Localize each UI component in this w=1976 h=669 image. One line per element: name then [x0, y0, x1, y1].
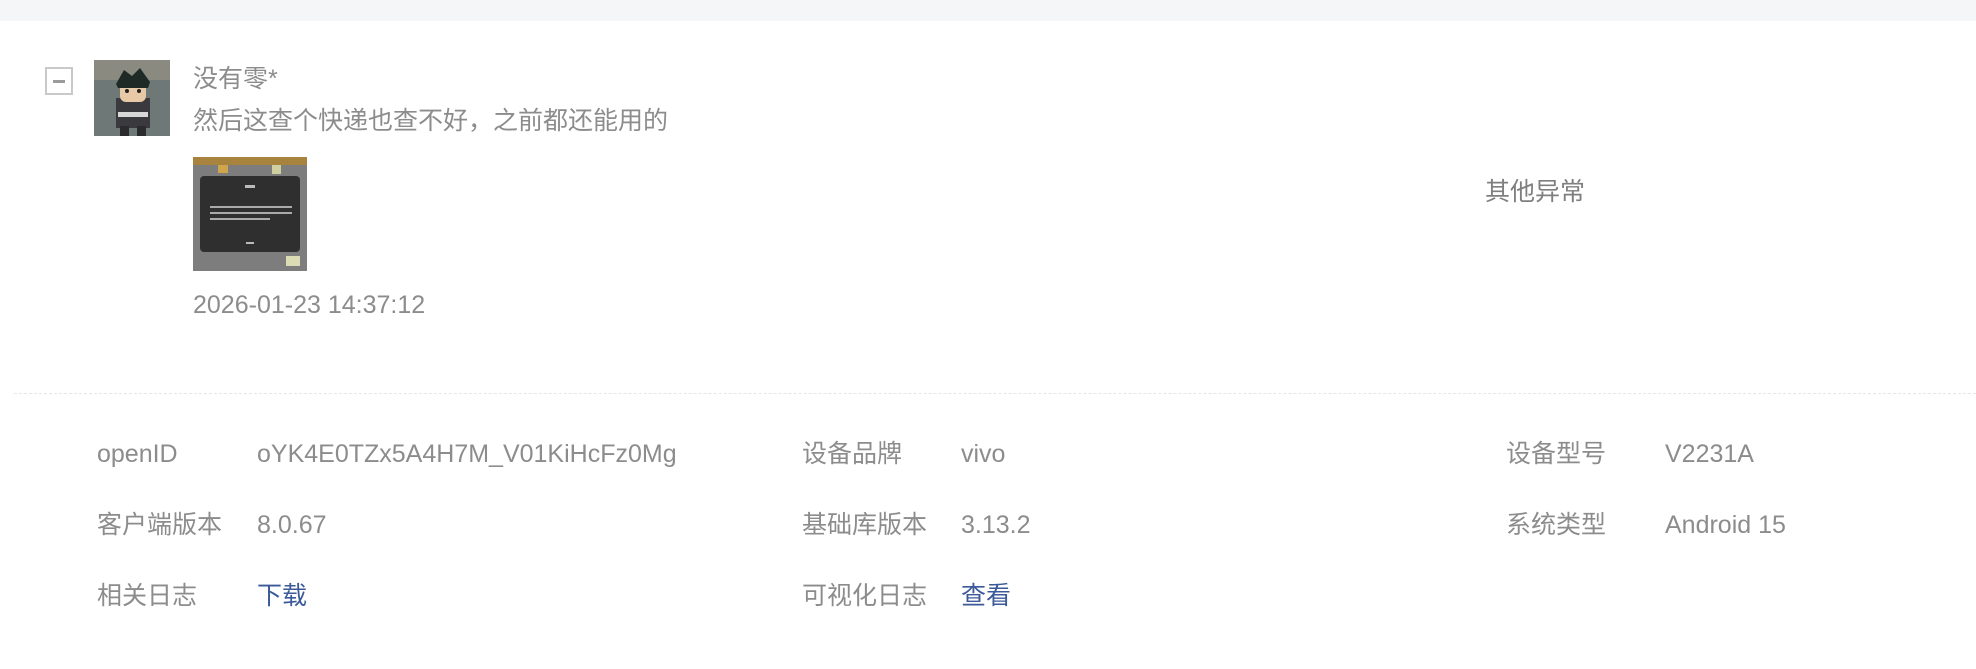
- thumb-dialog-line: [210, 212, 292, 214]
- thumb-corner-icon: [286, 256, 300, 266]
- device-model-value: V2231A: [1665, 440, 1754, 468]
- os-type-value: Android 15: [1665, 511, 1786, 539]
- thumb-dialog-title: [245, 185, 255, 188]
- avatar: [94, 60, 170, 136]
- os-type-label: 系统类型: [1506, 511, 1607, 539]
- feedback-timestamp: 2026-01-23 14:37:12: [193, 291, 426, 319]
- thumb-dialog-button: [246, 242, 254, 244]
- top-strip: [0, 0, 1976, 21]
- thumb-icon: [218, 165, 228, 173]
- collapse-toggle-button[interactable]: [45, 67, 73, 95]
- related-logs-label: 相关日志: [97, 582, 198, 610]
- client-version-label: 客户端版本: [97, 511, 223, 539]
- screenshot-thumbnail[interactable]: [193, 157, 307, 271]
- feedback-category: 其他异常: [1485, 178, 1586, 206]
- feedback-message: 然后这查个快递也查不好，之前都还能用的: [193, 107, 669, 135]
- device-model-label: 设备型号: [1506, 440, 1607, 468]
- openid-value: oYK4E0TZx5A4H7M_V01KiHcFz0Mg: [257, 440, 677, 468]
- download-logs-link[interactable]: 下载: [257, 579, 307, 613]
- username: 没有零*: [193, 65, 278, 93]
- thumb-dialog-line: [210, 218, 270, 220]
- visual-logs-label: 可视化日志: [802, 582, 928, 610]
- lib-version-value: 3.13.2: [961, 511, 1031, 539]
- minus-icon: [53, 80, 65, 83]
- thumb-icon: [272, 165, 281, 174]
- thumb-top-bar: [193, 157, 307, 165]
- client-version-value: 8.0.67: [257, 511, 327, 539]
- divider: [14, 393, 1976, 394]
- thumb-dialog: [200, 176, 300, 252]
- openid-label: openID: [97, 440, 178, 468]
- device-brand-value: vivo: [961, 440, 1006, 468]
- avatar-image: [94, 60, 170, 136]
- lib-version-label: 基础库版本: [802, 511, 928, 539]
- view-visual-logs-link[interactable]: 查看: [961, 579, 1011, 613]
- device-brand-label: 设备品牌: [802, 440, 903, 468]
- thumb-dialog-line: [210, 206, 292, 208]
